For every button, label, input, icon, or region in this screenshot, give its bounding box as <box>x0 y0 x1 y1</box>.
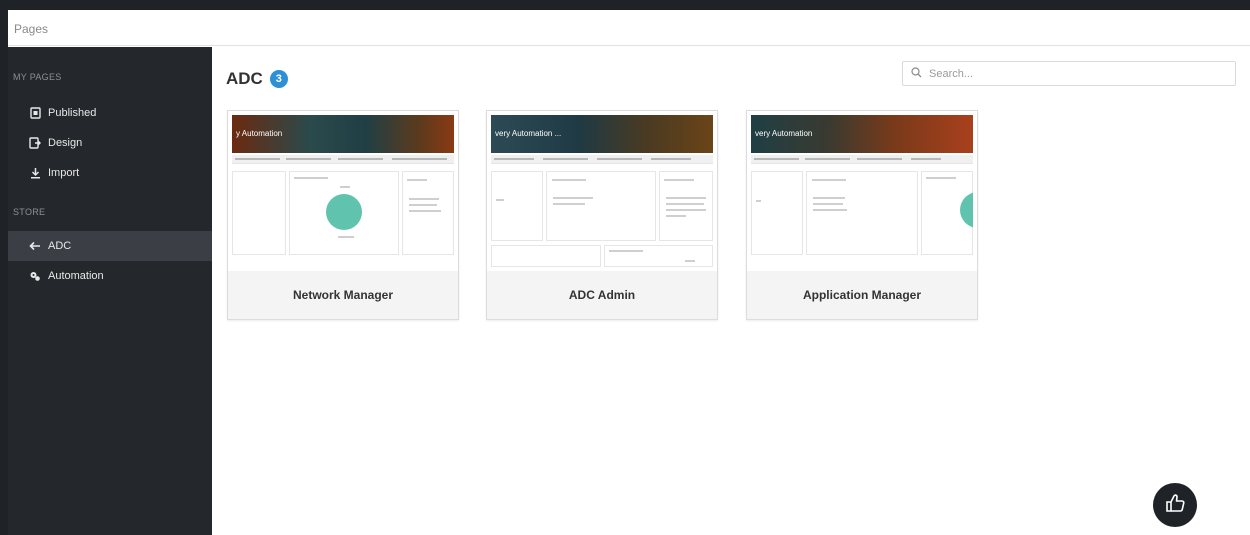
thumbnail-banner: very Automation ... <box>491 115 713 153</box>
card-thumbnail: very Automation <box>751 115 973 269</box>
card-thumbnail: y Automation <box>232 115 454 269</box>
thumbnail-chart <box>326 194 362 230</box>
sidebar-item-label: Published <box>48 107 97 119</box>
sidebar-item-label: Automation <box>48 270 104 282</box>
thumbs-up-icon <box>1164 492 1186 519</box>
sidebar-item-design[interactable]: Design <box>8 128 212 158</box>
main-content: ADC 3 y Automation <box>212 47 1250 535</box>
page-card-adc-admin[interactable]: very Automation ... ADC Admin <box>486 110 718 320</box>
search-box[interactable] <box>902 61 1236 86</box>
search-icon <box>911 65 922 83</box>
sidebar: MY PAGES Published Design Import STORE A… <box>8 47 212 535</box>
card-title: Network Manager <box>228 271 458 319</box>
thumbnail-banner-text: very Automation <box>755 129 813 138</box>
heading-title: ADC <box>226 69 263 88</box>
sidebar-item-label: ADC <box>48 240 72 252</box>
sidebar-item-automation[interactable]: Automation <box>8 261 212 291</box>
search-input[interactable] <box>927 66 1221 81</box>
page-card-application-manager[interactable]: very Automation Application Manager <box>746 110 978 320</box>
published-icon <box>28 107 42 119</box>
thumbnail-chart <box>960 192 973 228</box>
thumbnail-banner: very Automation <box>751 115 973 153</box>
import-icon <box>28 167 42 179</box>
card-title: ADC Admin <box>487 271 717 319</box>
count-badge: 3 <box>269 70 288 88</box>
sidebar-item-published[interactable]: Published <box>8 98 212 128</box>
adc-icon <box>28 241 42 251</box>
page-title: Pages <box>14 22 49 36</box>
feedback-button[interactable] <box>1153 483 1197 527</box>
page-heading: ADC 3 <box>226 69 288 89</box>
sidebar-item-import[interactable]: Import <box>8 158 212 188</box>
sidebar-item-label: Import <box>48 167 80 179</box>
page-card-network-manager[interactable]: y Automation Network Manager <box>227 110 459 320</box>
sidebar-item-label: Design <box>48 137 83 149</box>
top-bar: Pages <box>8 10 1250 46</box>
sidebar-item-adc[interactable]: ADC <box>8 231 212 261</box>
automation-icon <box>28 270 42 282</box>
card-thumbnail: very Automation ... <box>491 115 713 269</box>
sidebar-section-my-pages: MY PAGES <box>13 72 62 82</box>
sidebar-section-store: STORE <box>13 207 46 217</box>
design-icon <box>28 137 42 149</box>
card-title: Application Manager <box>747 271 977 319</box>
thumbnail-banner-text: very Automation ... <box>495 129 562 138</box>
thumbnail-banner-text: y Automation <box>236 129 283 138</box>
thumbnail-banner: y Automation <box>232 115 454 153</box>
